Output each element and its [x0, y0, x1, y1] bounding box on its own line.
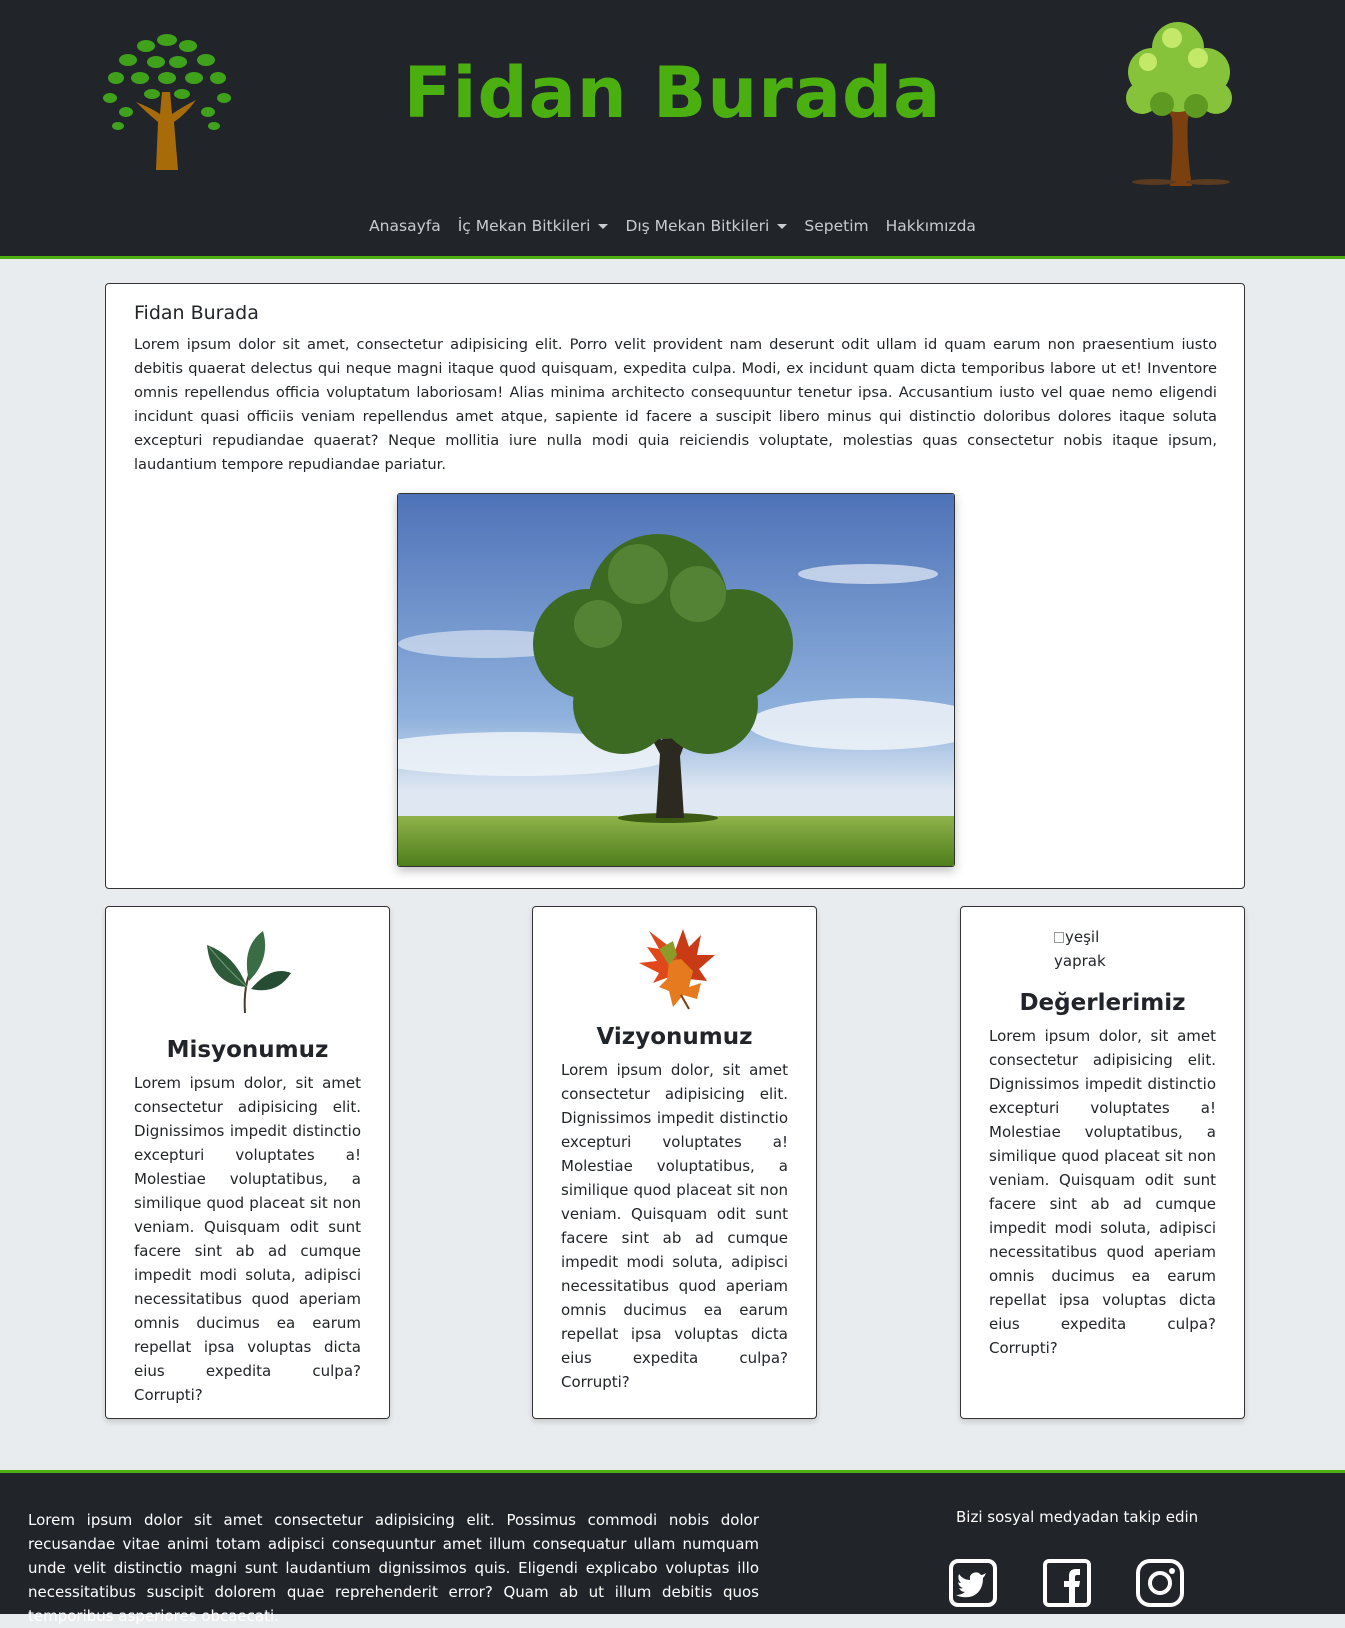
values-card: yeşil yaprak Değerlerimiz Lorem ipsum do…	[960, 906, 1245, 1419]
vision-text: Lorem ipsum dolor, sit amet consectetur …	[561, 1061, 788, 1391]
green-leaf-image	[207, 931, 291, 1014]
facebook-icon[interactable]	[1042, 1557, 1092, 1609]
intro-card: Fidan Burada Lorem ipsum dolor sit amet,…	[105, 283, 1245, 889]
nav-anasayfa[interactable]: Anasayfa	[369, 217, 441, 235]
green-leaf-broken-image: yeşil yaprak	[1054, 928, 1106, 970]
nav-hakkimizda[interactable]: Hakkımızda	[886, 217, 976, 235]
instagram-icon[interactable]	[1135, 1557, 1185, 1609]
site-footer: Lorem ipsum dolor sit amet consectetur a…	[0, 1470, 1345, 1625]
values-title: Değerlerimiz	[1019, 990, 1186, 1016]
mission-text: Lorem ipsum dolor, sit amet consectetur …	[134, 1074, 361, 1404]
broken-image-icon	[1054, 932, 1064, 943]
nav-dis-mekan-dropdown[interactable]: Dış Mekan Bitkileri	[625, 217, 788, 235]
social-title: Bizi sosyal medyadan takip edin	[956, 1508, 1199, 1526]
values-text: Lorem ipsum dolor, sit amet consectetur …	[989, 1027, 1216, 1357]
caret-down-icon	[598, 223, 609, 229]
intro-heading: Fidan Burada	[134, 302, 259, 324]
intro-text: Lorem ipsum dolor sit amet, consectetur …	[134, 336, 1217, 473]
nav-sepetim[interactable]: Sepetim	[804, 217, 868, 235]
main-nav: Anasayfa İç Mekan Bitkileri Dış Mekan Bi…	[0, 217, 1345, 235]
mission-title: Misyonumuz	[166, 1037, 329, 1063]
twitter-icon[interactable]	[948, 1557, 998, 1609]
site-header: Fidan Burada Anasayfa İç Mekan Bitkileri…	[0, 0, 1345, 259]
nav-ic-mekan-dropdown[interactable]: İç Mekan Bitkileri	[458, 217, 609, 235]
vision-title: Vizyonumuz	[596, 1024, 753, 1050]
tree-icon	[1126, 22, 1232, 186]
tree-hero-image	[397, 493, 955, 867]
vision-card: Vizyonumuz Lorem ipsum dolor, sit amet c…	[532, 906, 817, 1419]
autumn-leaf-image	[639, 929, 715, 1010]
footer-text: Lorem ipsum dolor sit amet consectetur a…	[28, 1511, 759, 1625]
mission-card: Misyonumuz Lorem ipsum dolor, sit amet c…	[105, 906, 390, 1419]
caret-down-icon	[777, 223, 788, 229]
